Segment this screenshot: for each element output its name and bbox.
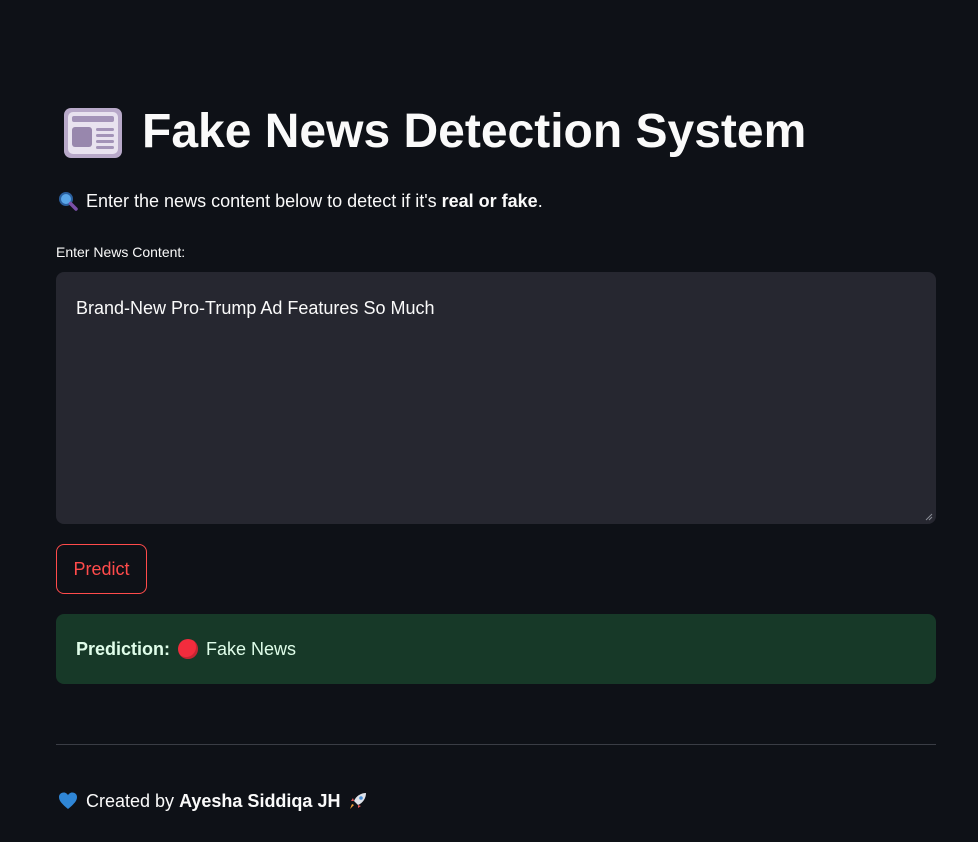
prediction-alert: Prediction: Fake News [56, 614, 936, 684]
newspaper-icon [64, 108, 122, 158]
footer-text: Created by [86, 791, 180, 811]
rocket-icon [350, 793, 367, 809]
news-content-value: Brand-New Pro-Trump Ad Features So Much [76, 298, 435, 318]
red-circle-icon [178, 639, 199, 659]
prediction-label: Prediction: [76, 638, 171, 659]
predict-button[interactable]: Predict [56, 544, 147, 594]
news-content-textarea[interactable]: Brand-New Pro-Trump Ad Features So Much [56, 272, 936, 524]
prediction-value: Fake News [206, 638, 297, 659]
blue-heart-icon [59, 792, 77, 809]
footer: Created by Ayesha Siddiqa JH [58, 789, 368, 813]
divider [56, 744, 936, 745]
intro-text-before: Enter the news content below to detect i… [86, 191, 442, 211]
resize-handle-icon[interactable] [925, 513, 933, 521]
app-main: Fake News Detection System Enter the new… [0, 0, 978, 842]
page-title: Fake News Detection System [142, 105, 807, 158]
news-content-label: Enter News Content: [56, 244, 186, 260]
intro-text-after: . [537, 191, 543, 211]
footer-author: Ayesha Siddiqa JH [179, 791, 341, 811]
intro-text: Enter the news content below to detect i… [58, 189, 543, 213]
intro-text-bold: real or fake [441, 191, 538, 211]
magnifying-glass-icon [59, 192, 78, 211]
title-row: Fake News Detection System [62, 104, 806, 160]
